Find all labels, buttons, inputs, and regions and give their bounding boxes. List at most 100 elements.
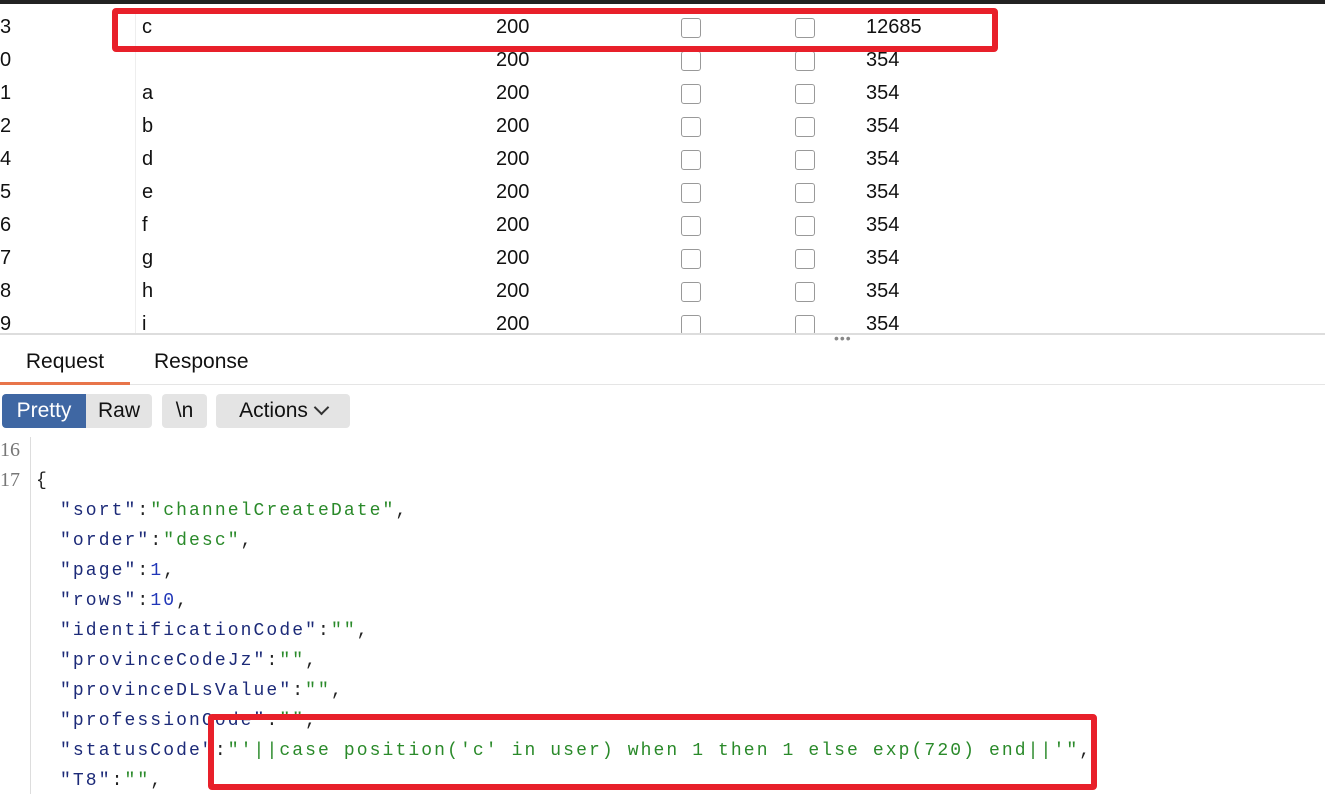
checkbox-timeout[interactable] — [795, 249, 815, 269]
cell-payload: i — [142, 313, 147, 333]
json-value: "channelCreateDate" — [150, 501, 396, 521]
cell-status: 200 — [496, 280, 530, 302]
cell-index: 7 — [0, 247, 12, 269]
open-brace: { — [36, 471, 49, 491]
table-row[interactable]: 7 g 200 354 — [0, 242, 1325, 275]
cell-status: 200 — [496, 214, 530, 236]
table-row[interactable]: 6 f 200 354 — [0, 209, 1325, 242]
json-sep: : — [266, 651, 280, 671]
checkbox-timeout[interactable] — [795, 150, 815, 170]
json-value: "" — [305, 681, 331, 701]
json-comma: , — [305, 651, 319, 671]
checkbox-error[interactable] — [681, 282, 701, 302]
cell-status: 200 — [496, 313, 530, 333]
table-row[interactable]: 3 c 200 12685 — [0, 11, 1325, 44]
pretty-button[interactable]: Pretty — [2, 394, 86, 428]
checkbox-timeout[interactable] — [795, 51, 815, 71]
json-key: "page" — [60, 561, 138, 581]
cell-index: 2 — [0, 115, 12, 137]
json-value: "" — [124, 771, 151, 791]
cell-payload: f — [142, 214, 148, 236]
checkbox-timeout[interactable] — [795, 84, 815, 104]
table-row[interactable]: 4 d 200 354 — [0, 143, 1325, 176]
checkbox-timeout[interactable] — [795, 282, 815, 302]
cell-length: 354 — [866, 313, 900, 333]
checkbox-error[interactable] — [681, 249, 701, 269]
json-comma: , — [305, 711, 319, 731]
checkbox-timeout[interactable] — [795, 183, 815, 203]
json-line: "provinceCodeJz":"", — [60, 646, 318, 676]
json-line: "provinceDLsValue":"", — [60, 676, 344, 706]
checkbox-timeout[interactable] — [795, 18, 815, 38]
cell-length: 354 — [866, 82, 900, 104]
json-comma: , — [330, 681, 344, 701]
checkbox-error[interactable] — [681, 18, 701, 38]
json-sep: : — [318, 621, 331, 641]
table-row[interactable]: 2 b 200 354 — [0, 110, 1325, 143]
checkbox-error[interactable] — [681, 150, 701, 170]
line-number: 17 — [0, 469, 20, 491]
json-key: "statusCode" — [60, 741, 215, 761]
cell-payload: h — [142, 280, 154, 302]
table-row[interactable]: 5 e 200 354 — [0, 176, 1325, 209]
json-value: "" — [279, 711, 306, 731]
table-row[interactable]: 0 200 354 — [0, 44, 1325, 77]
checkbox-error[interactable] — [681, 51, 701, 71]
json-line: "identificationCode":"", — [60, 616, 370, 646]
json-sep: : — [292, 681, 306, 701]
checkbox-error[interactable] — [681, 216, 701, 236]
cell-payload: a — [142, 82, 154, 104]
checkbox-error[interactable] — [681, 84, 701, 104]
json-sep: : — [150, 531, 164, 551]
json-sep: : — [111, 771, 125, 791]
json-line: "professionCode":"", — [60, 706, 318, 736]
json-sep: : — [266, 711, 280, 731]
cell-status: 200 — [496, 181, 530, 203]
checkbox-error[interactable] — [681, 117, 701, 137]
cell-status: 200 — [496, 16, 530, 38]
cell-status: 200 — [496, 49, 530, 71]
line-number: 16 — [0, 439, 20, 461]
cell-index: 5 — [0, 181, 12, 203]
cell-index: 3 — [0, 16, 12, 38]
json-sep: : — [137, 561, 151, 581]
tab-response[interactable]: Response — [154, 342, 249, 382]
json-comma: , — [240, 531, 254, 551]
cell-index: 8 — [0, 280, 12, 302]
json-sep: : — [137, 501, 151, 521]
raw-button[interactable]: Raw — [86, 394, 152, 428]
checkbox-timeout[interactable] — [795, 117, 815, 137]
json-comma: , — [163, 561, 177, 581]
cell-length: 354 — [866, 214, 900, 236]
table-row[interactable]: 8 h 200 354 — [0, 275, 1325, 308]
cell-payload: e — [142, 181, 154, 203]
cell-status: 200 — [496, 115, 530, 137]
table-row[interactable]: 1 a 200 354 — [0, 77, 1325, 110]
cell-payload: c — [142, 16, 152, 38]
json-key: "rows" — [60, 591, 138, 611]
json-key: "professionCode" — [60, 711, 267, 731]
checkbox-error[interactable] — [681, 183, 701, 203]
tab-request[interactable]: Request — [0, 342, 130, 385]
newline-toggle-button[interactable]: \n — [162, 394, 207, 428]
cell-status: 200 — [496, 82, 530, 104]
checkbox-error[interactable] — [681, 315, 701, 333]
checkbox-timeout[interactable] — [795, 216, 815, 236]
json-value: "desc" — [163, 531, 241, 551]
table-row[interactable]: 9 i 200 354 — [0, 308, 1325, 333]
json-value: "'||case position('c' in user) when 1 th… — [227, 741, 1080, 761]
actions-button[interactable]: Actions — [216, 394, 350, 428]
json-comma: , — [176, 591, 190, 611]
json-key: "sort" — [60, 501, 138, 521]
checkbox-timeout[interactable] — [795, 315, 815, 333]
chevron-down-icon — [313, 399, 330, 416]
json-line: "sort":"channelCreateDate", — [60, 496, 408, 526]
json-sep: : — [137, 591, 151, 611]
cell-length: 354 — [866, 148, 900, 170]
json-key: "provinceCodeJz" — [60, 651, 267, 671]
cell-index: 6 — [0, 214, 12, 236]
cell-status: 200 — [496, 247, 530, 269]
cell-index: 1 — [0, 82, 12, 104]
pane-splitter[interactable] — [0, 333, 1325, 335]
cell-index: 9 — [0, 313, 12, 333]
